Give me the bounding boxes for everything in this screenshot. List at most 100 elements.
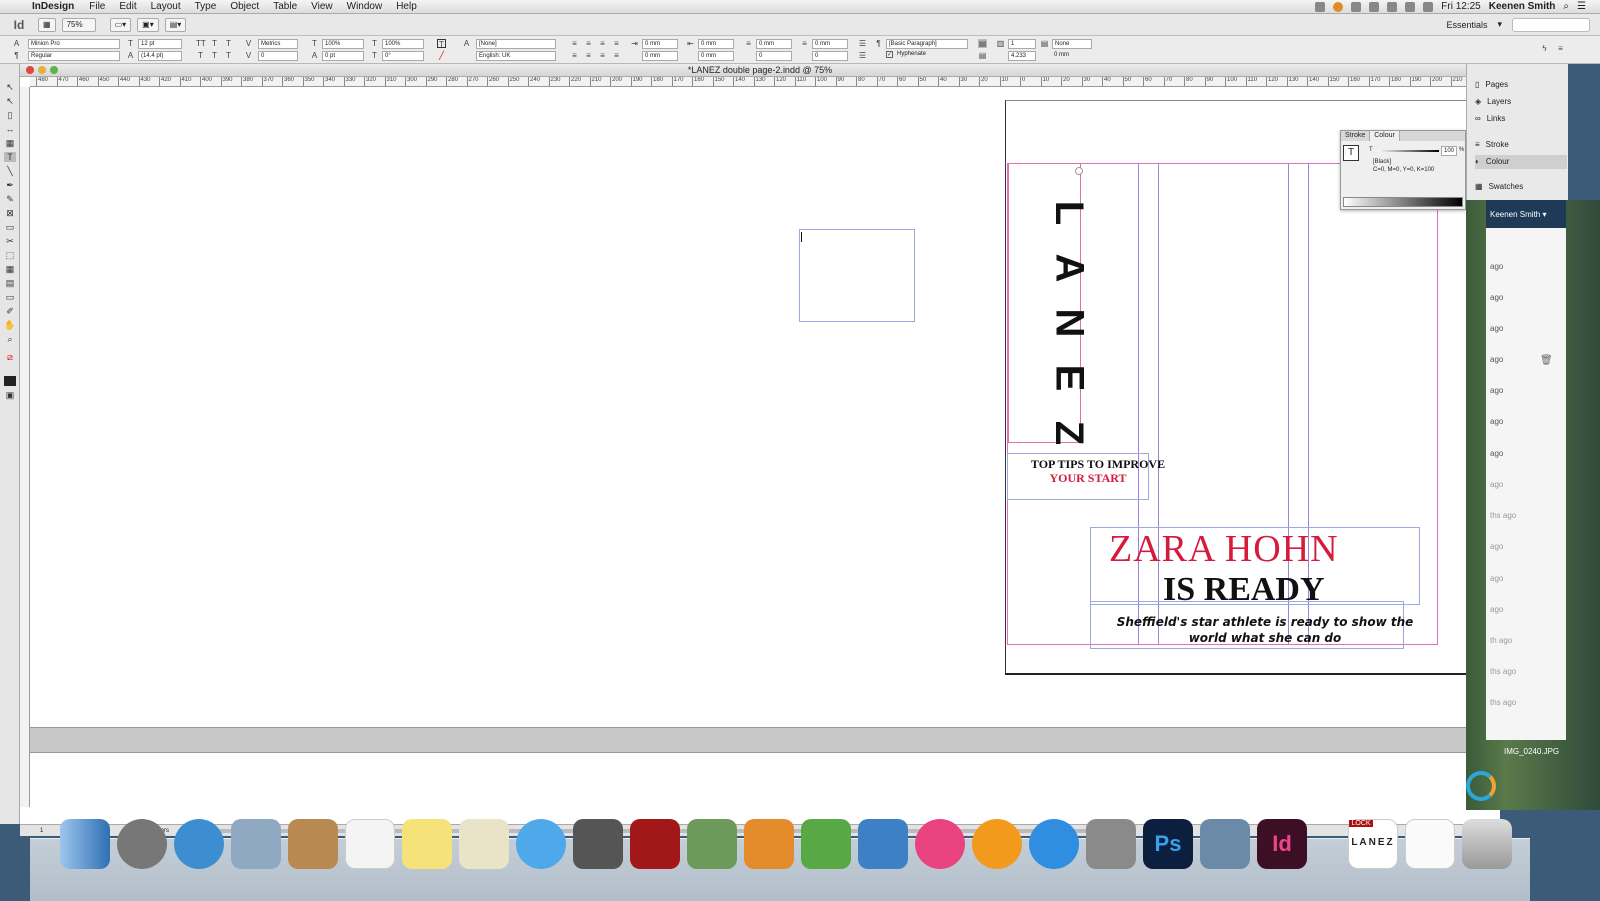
- list-item[interactable]: ago: [1490, 417, 1503, 426]
- small-caps-icon[interactable]: T: [210, 39, 219, 48]
- downloads-stack-icon[interactable]: [1405, 819, 1455, 869]
- keynote-icon[interactable]: [858, 819, 908, 869]
- pasteboard[interactable]: L A N E Z TOP TIPS TO IMPROVE YOUR START…: [30, 87, 1498, 807]
- free-transform-tool-icon[interactable]: ⬚: [4, 250, 16, 260]
- paragraph-style-select[interactable]: [Basic Paragraph]: [886, 39, 968, 49]
- vertical-scale-field[interactable]: 100%: [322, 39, 364, 49]
- note-tool-icon[interactable]: ▭: [4, 292, 16, 302]
- list-item[interactable]: ago: [1490, 542, 1503, 551]
- scissors-tool-icon[interactable]: ✂: [4, 236, 16, 246]
- justify-last-left-icon[interactable]: ≡: [570, 51, 579, 60]
- last-line-indent-field[interactable]: 0 mm: [698, 51, 734, 61]
- character-mode-icon[interactable]: A: [12, 39, 21, 48]
- numbering-icon[interactable]: ☰: [858, 51, 867, 60]
- screen-mode-icon[interactable]: ▣: [4, 390, 16, 400]
- trash-icon[interactable]: [1462, 819, 1512, 869]
- type-tool-icon[interactable]: T: [4, 152, 16, 162]
- colour-ramp[interactable]: [1343, 197, 1463, 207]
- minimize-window-button[interactable]: [38, 66, 46, 74]
- menu-edit[interactable]: Edit: [112, 1, 143, 12]
- facetime-icon[interactable]: [573, 819, 623, 869]
- pencil-tool-icon[interactable]: ✎: [4, 194, 16, 204]
- reminders-icon[interactable]: [459, 819, 509, 869]
- mail-bird-icon[interactable]: [231, 819, 281, 869]
- align-center-icon[interactable]: ≡: [584, 39, 593, 48]
- itunes-icon[interactable]: [915, 819, 965, 869]
- list-item[interactable]: ago: [1490, 605, 1503, 614]
- character-style-select[interactable]: [None]: [476, 39, 556, 49]
- tracking-field[interactable]: 0: [258, 51, 298, 61]
- font-family-field[interactable]: Minion Pro: [28, 39, 120, 49]
- list-item[interactable]: ago: [1490, 574, 1503, 583]
- list-item[interactable]: ago: [1490, 262, 1503, 271]
- time-machine-icon[interactable]: [1369, 1, 1380, 12]
- list-item[interactable]: ago: [1490, 324, 1503, 333]
- app-circle-icon[interactable]: [1466, 771, 1496, 801]
- desktop-file-label[interactable]: IMG_0240.JPG: [1504, 747, 1559, 756]
- gutter-field[interactable]: 4.233: [1008, 51, 1036, 61]
- space-before-field[interactable]: 0 mm: [756, 39, 792, 49]
- tab-colour[interactable]: Colour: [1370, 131, 1400, 141]
- justify-all-icon[interactable]: ≡: [612, 51, 621, 60]
- drop-cap-chars-field[interactable]: 0: [812, 51, 848, 61]
- clock[interactable]: Fri 12:25: [1441, 1, 1480, 12]
- selection-tool-icon[interactable]: ↖: [4, 82, 16, 92]
- gradient-feather-tool-icon[interactable]: ▤: [4, 278, 16, 288]
- spotlight-icon[interactable]: ⌕: [1563, 1, 1569, 12]
- direct-selection-tool-icon[interactable]: ↖: [4, 96, 16, 106]
- underline-icon[interactable]: T: [224, 39, 233, 48]
- menu-app-name[interactable]: InDesign: [24, 1, 82, 12]
- volume-icon[interactable]: [1423, 1, 1434, 12]
- font-size-field[interactable]: 12 pt: [138, 39, 182, 49]
- list-item[interactable]: ths ago: [1490, 667, 1516, 676]
- list-item[interactable]: ago: [1490, 386, 1503, 395]
- first-line-indent-field[interactable]: 0 mm: [642, 51, 678, 61]
- align-left-icon[interactable]: ≡: [570, 39, 579, 48]
- launchpad-icon[interactable]: [117, 819, 167, 869]
- notification-icon[interactable]: ☰: [1577, 1, 1586, 12]
- lightning-icon[interactable]: ϟ: [1540, 44, 1549, 53]
- language-select[interactable]: English: UK: [476, 51, 556, 61]
- tint-field[interactable]: 100: [1441, 146, 1457, 156]
- iphoto-icon[interactable]: [687, 819, 737, 869]
- pages-icon[interactable]: [744, 819, 794, 869]
- justify-last-right-icon[interactable]: ≡: [598, 51, 607, 60]
- page-tool-icon[interactable]: ▯: [4, 110, 16, 120]
- pages-panel-button[interactable]: ▯ Pages: [1475, 78, 1567, 92]
- screen-mode-button[interactable]: ▣▾: [137, 17, 159, 32]
- arrange-documents-button[interactable]: ▤▾: [164, 17, 187, 32]
- panel-menu-icon[interactable]: ≡: [1556, 44, 1565, 53]
- indesign-icon[interactable]: Id: [1257, 819, 1307, 869]
- fill-swatch-icon[interactable]: T: [1343, 145, 1359, 161]
- calendar-icon[interactable]: [345, 819, 395, 869]
- left-indent-field[interactable]: 0 mm: [642, 39, 678, 49]
- pen-tool-icon[interactable]: ✒: [4, 180, 16, 190]
- bluetooth-icon[interactable]: [1387, 1, 1398, 12]
- workspace-switcher[interactable]: Essentials: [1446, 20, 1487, 30]
- justify-icon[interactable]: ≡: [612, 39, 621, 48]
- list-item[interactable]: ago: [1490, 480, 1503, 489]
- page-number-field[interactable]: 1: [40, 825, 43, 837]
- view-options-button[interactable]: ▭▾: [109, 17, 132, 32]
- gradient-swatch-tool-icon[interactable]: ▦: [4, 264, 16, 274]
- stroke-none-icon[interactable]: ╱: [437, 51, 446, 60]
- zoom-tool-icon[interactable]: ⌕: [4, 334, 16, 344]
- layers-panel-button[interactable]: ◈ Layers: [1475, 95, 1567, 109]
- swatches-panel-button[interactable]: ▦ Swatches: [1475, 180, 1567, 194]
- fill-text-icon[interactable]: T: [437, 39, 446, 49]
- columns-field[interactable]: 1: [1008, 39, 1036, 49]
- wifi-icon[interactable]: [1405, 1, 1416, 12]
- list-item[interactable]: ago: [1490, 355, 1503, 364]
- font-style-field[interactable]: Regular: [28, 51, 120, 61]
- frame-handle[interactable]: [1075, 167, 1083, 175]
- safari-icon[interactable]: [174, 819, 224, 869]
- content-collector-icon[interactable]: ▦: [4, 138, 16, 148]
- space-after-field[interactable]: 0 mm: [812, 39, 848, 49]
- notes-icon[interactable]: [402, 819, 452, 869]
- horizontal-ruler[interactable]: 480 470 460 450 440 430 420 410 400 390 380 370 360 3…: [30, 77, 1500, 87]
- system-preferences-icon[interactable]: [1086, 819, 1136, 869]
- menu-layout[interactable]: Layout: [144, 1, 188, 12]
- finder-icon[interactable]: [60, 819, 110, 869]
- contacts-icon[interactable]: [288, 819, 338, 869]
- trash-icon[interactable]: 🗑: [1540, 355, 1553, 366]
